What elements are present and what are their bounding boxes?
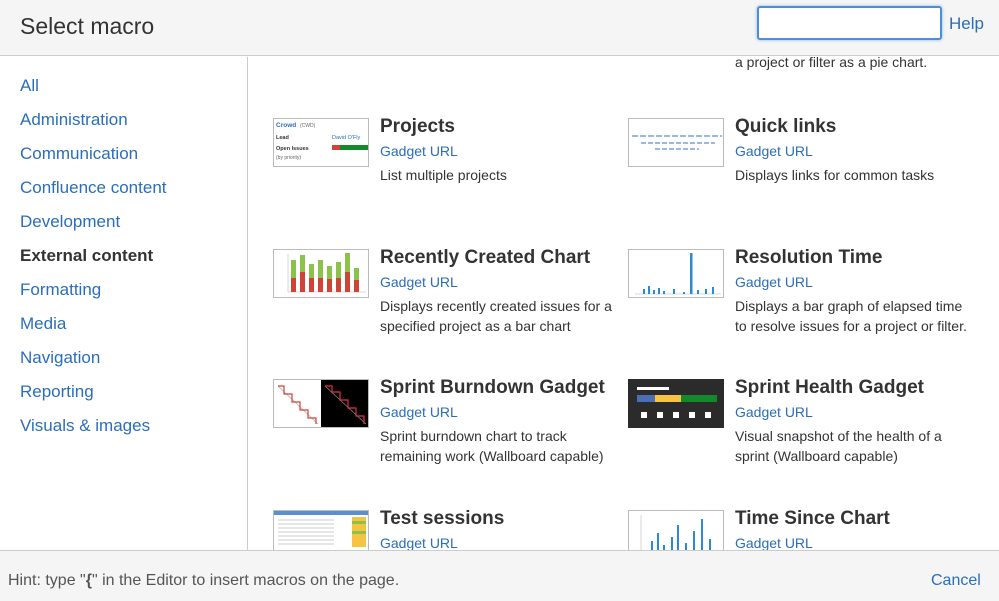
svg-text:(by priority): (by priority) xyxy=(276,155,301,161)
category-sidebar: All Administration Communication Conflue… xyxy=(0,57,248,550)
gadget-url-link[interactable]: Gadget URL xyxy=(735,143,813,159)
svg-text:Open Issues: Open Issues xyxy=(276,146,309,152)
gadget-url-link[interactable]: Gadget URL xyxy=(380,274,458,290)
category-administration[interactable]: Administration xyxy=(20,110,128,130)
category-navigation[interactable]: Navigation xyxy=(20,348,100,368)
cancel-button[interactable]: Cancel xyxy=(931,572,981,590)
category-development[interactable]: Development xyxy=(20,212,120,232)
macro-title: Projects xyxy=(380,116,455,137)
category-all[interactable]: All xyxy=(20,76,39,96)
macro-title: Sprint Health Gadget xyxy=(735,377,924,398)
category-formatting[interactable]: Formatting xyxy=(20,280,101,300)
gadget-url-link[interactable]: Gadget URL xyxy=(380,143,458,159)
projects-thumbnail: Crowd (CWD) Lead David O'Fly Open Issues… xyxy=(273,118,369,167)
macro-title: Time Since Chart xyxy=(735,508,890,529)
macro-title: Recently Created Chart xyxy=(380,247,591,268)
time-since-chart-thumbnail xyxy=(628,510,724,550)
sprint-health-thumbnail xyxy=(628,379,724,428)
gadget-url-link[interactable]: Gadget URL xyxy=(735,535,813,550)
macro-description: a project or filter as a pie chart. xyxy=(735,57,928,70)
macro-title: Sprint Burndown Gadget xyxy=(380,377,605,398)
recently-created-chart-thumbnail xyxy=(273,249,369,298)
macro-description: Visual snapshot of the health of a sprin… xyxy=(735,428,942,464)
macro-description: List multiple projects xyxy=(380,167,507,183)
svg-text:(CWD): (CWD) xyxy=(300,123,316,129)
svg-text:Lead: Lead xyxy=(276,135,289,141)
svg-text:Crowd: Crowd xyxy=(276,122,296,129)
test-sessions-thumbnail xyxy=(273,510,369,550)
gadget-url-link[interactable]: Gadget URL xyxy=(735,274,813,290)
macro-description: Displays recently created issues for a s… xyxy=(380,298,612,334)
category-confluence-content[interactable]: Confluence content xyxy=(20,178,167,198)
category-external-content[interactable]: External content xyxy=(20,246,153,266)
resolution-time-thumbnail xyxy=(628,249,724,298)
macro-description: Displays a bar graph of elapsed time to … xyxy=(735,298,967,334)
macro-description: Displays links for common tasks xyxy=(735,167,935,183)
quick-links-thumbnail xyxy=(628,118,724,167)
svg-text:David O'Fly: David O'Fly xyxy=(332,135,360,141)
macro-search-input[interactable] xyxy=(757,6,942,40)
macro-title: Test sessions xyxy=(380,508,505,529)
hint-suffix: " in the Editor to insert macros on the … xyxy=(91,572,400,589)
category-reporting[interactable]: Reporting xyxy=(20,382,94,402)
sprint-burndown-thumbnail xyxy=(273,379,369,428)
dialog-title: Select macro xyxy=(20,13,155,39)
macro-title: Quick links xyxy=(735,116,837,137)
help-link[interactable]: Help xyxy=(949,14,984,34)
dialog-header: Select macro Help xyxy=(0,0,999,56)
gadget-url-link[interactable]: Gadget URL xyxy=(380,535,458,550)
category-media[interactable]: Media xyxy=(20,314,66,334)
macro-title: Resolution Time xyxy=(735,247,883,268)
editor-hint: Hint: type "{" in the Editor to insert m… xyxy=(8,572,399,590)
gadget-url-link[interactable]: Gadget URL xyxy=(380,404,458,420)
macro-list: a project or filter as a pie chart. Crow… xyxy=(249,57,999,550)
hint-prefix: Hint: type " xyxy=(8,572,86,589)
category-visuals-images[interactable]: Visuals & images xyxy=(20,416,150,436)
macro-description: Sprint burndown chart to track remaining… xyxy=(380,428,604,464)
category-communication[interactable]: Communication xyxy=(20,144,138,164)
dialog-footer: Hint: type "{" in the Editor to insert m… xyxy=(0,550,999,601)
gadget-url-link[interactable]: Gadget URL xyxy=(735,404,813,420)
